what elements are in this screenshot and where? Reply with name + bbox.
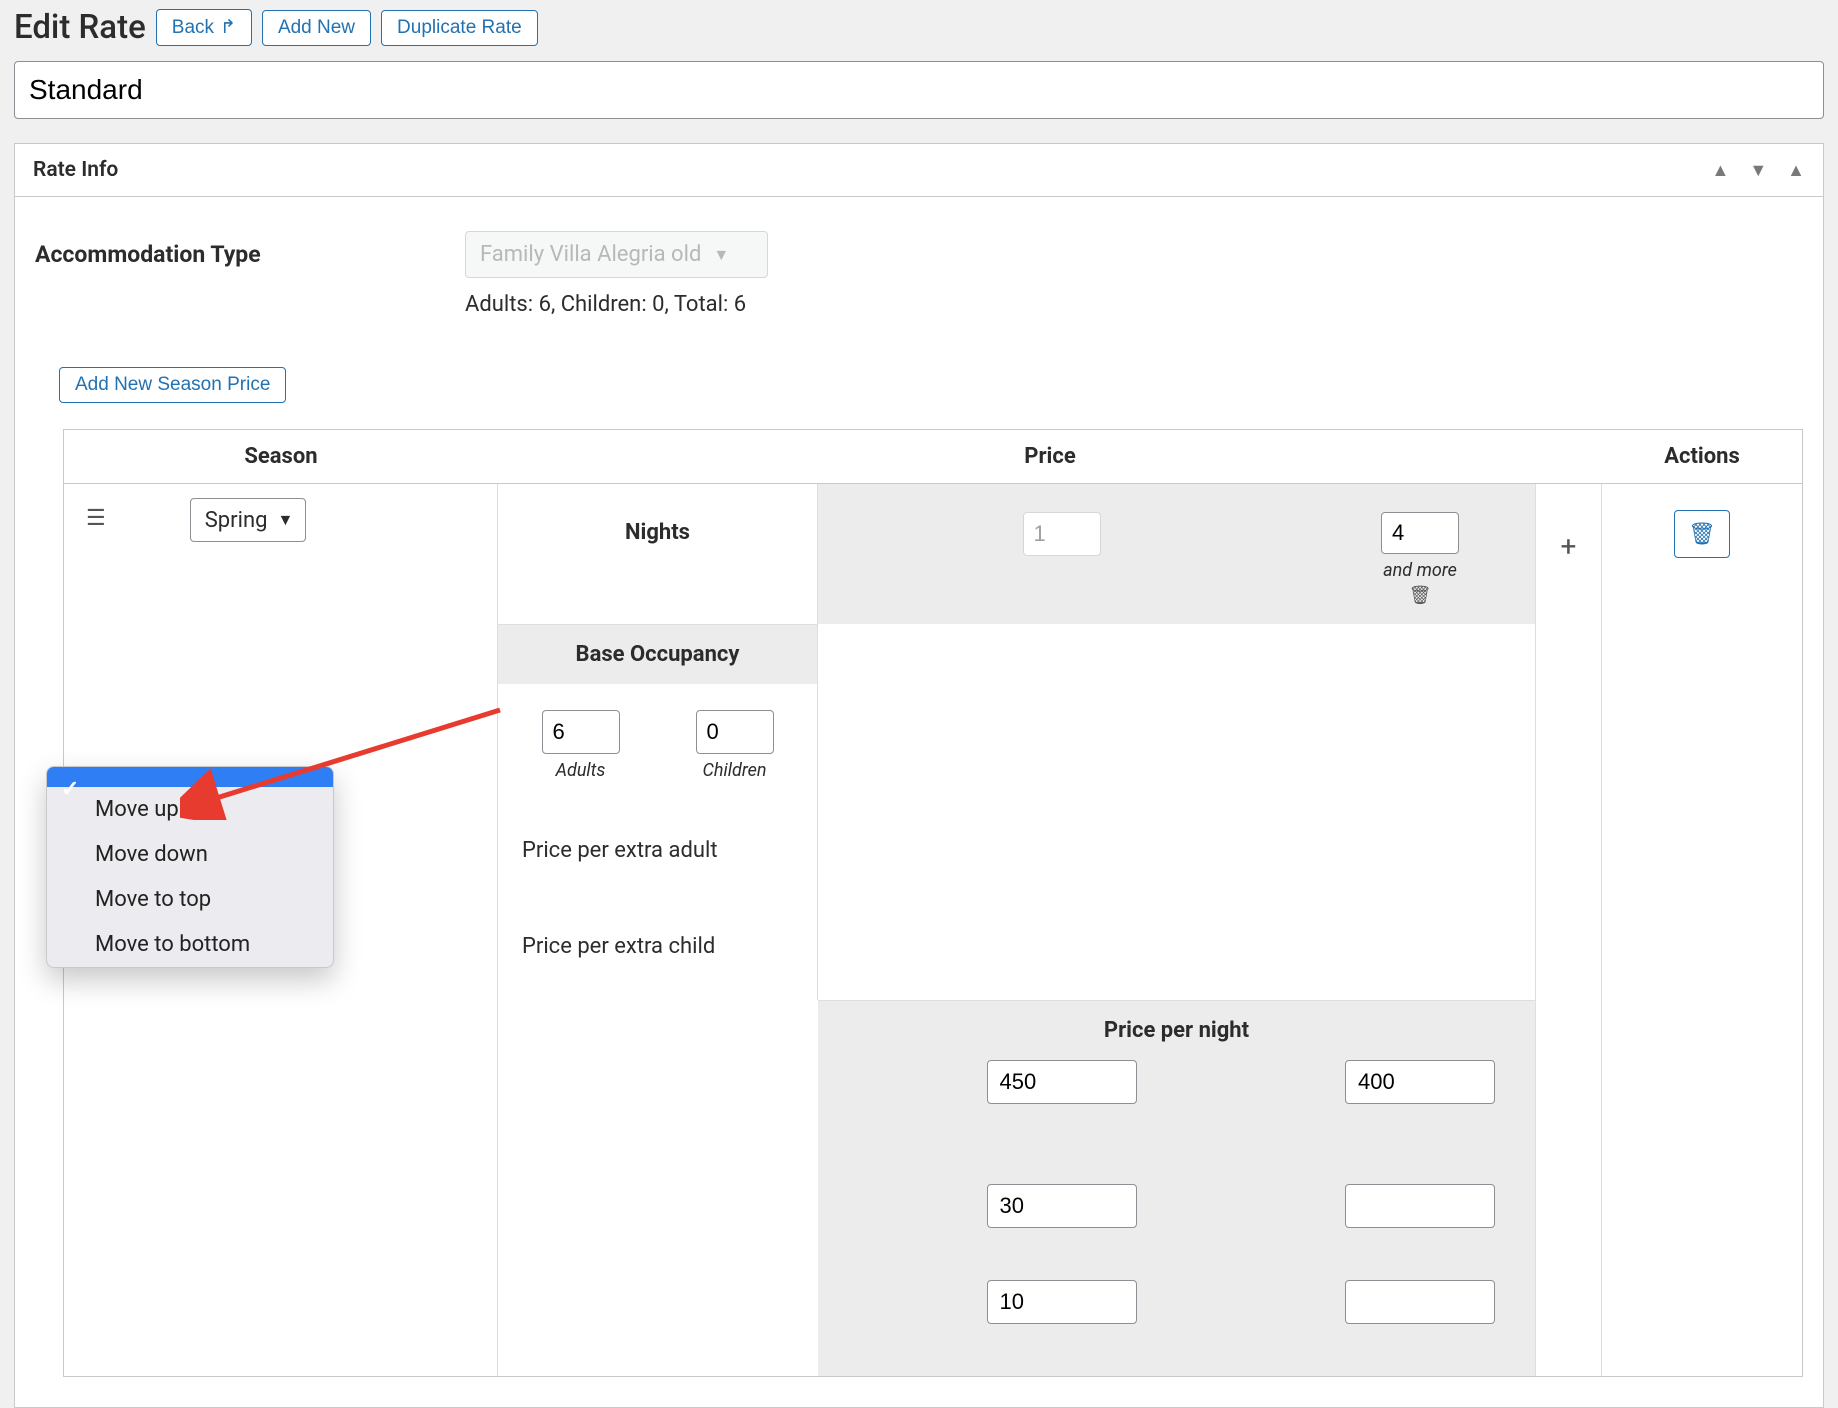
col-actions-header: Actions bbox=[1602, 430, 1802, 483]
accommodation-type-select[interactable]: Family Villa Alegria old ▼ bbox=[465, 231, 768, 278]
back-button[interactable]: Back bbox=[156, 9, 252, 46]
base-price-tier2-input[interactable] bbox=[1345, 1060, 1495, 1104]
add-tier-button[interactable]: + bbox=[1536, 484, 1601, 563]
panel-title: Rate Info bbox=[33, 158, 118, 182]
panel-up-icon[interactable]: ▲ bbox=[1712, 160, 1730, 181]
extra-adult-label: Price per extra adult bbox=[498, 808, 817, 904]
chevron-down-icon: ▼ bbox=[277, 510, 293, 530]
panel-down-icon[interactable]: ▼ bbox=[1749, 160, 1767, 181]
extra-adult-tier1-input[interactable] bbox=[987, 1184, 1137, 1228]
children-sublabel: Children bbox=[703, 760, 767, 781]
nights-label: Nights bbox=[498, 484, 817, 624]
trash-icon: 🗑 bbox=[1688, 522, 1716, 547]
season-select[interactable]: Spring ▼ bbox=[190, 498, 307, 542]
reorder-dropdown[interactable]: Move up Move down Move to top Move to bo… bbox=[46, 766, 334, 968]
add-new-season-price-label: Add New Season Price bbox=[75, 374, 270, 396]
delete-row-button[interactable]: 🗑 bbox=[1674, 510, 1730, 558]
extra-child-label: Price per extra child bbox=[498, 904, 817, 1000]
back-button-label: Back bbox=[172, 17, 214, 39]
col-season-header: Season bbox=[64, 430, 498, 483]
nights-tier2-input[interactable] bbox=[1381, 512, 1459, 554]
price-per-night-label: Price per night bbox=[818, 1000, 1535, 1060]
accommodation-label: Accommodation Type bbox=[35, 231, 465, 268]
add-new-season-price-button[interactable]: Add New Season Price bbox=[59, 367, 286, 403]
extra-child-tier1-input[interactable] bbox=[987, 1280, 1137, 1324]
extra-adult-tier2-input[interactable] bbox=[1345, 1184, 1495, 1228]
duplicate-rate-label: Duplicate Rate bbox=[397, 17, 522, 39]
accommodation-meta: Adults: 6, Children: 0, Total: 6 bbox=[465, 292, 768, 317]
delete-tier-icon[interactable]: 🗑 bbox=[1409, 585, 1432, 606]
chevron-down-icon: ▼ bbox=[713, 245, 729, 265]
season-select-value: Spring bbox=[205, 508, 268, 533]
adults-input[interactable] bbox=[542, 710, 620, 754]
col-price-header: Price bbox=[498, 430, 1602, 483]
dropdown-item-move-down[interactable]: Move down bbox=[47, 832, 333, 877]
back-arrow-icon bbox=[220, 16, 236, 39]
children-input[interactable] bbox=[696, 710, 774, 754]
dropdown-item-move-to-bottom[interactable]: Move to bottom bbox=[47, 922, 333, 967]
panel-collapse-icon[interactable]: ▲ bbox=[1787, 160, 1805, 181]
rate-title-input[interactable] bbox=[14, 61, 1824, 119]
duplicate-rate-button[interactable]: Duplicate Rate bbox=[381, 10, 538, 46]
base-occupancy-label: Base Occupancy bbox=[498, 624, 817, 684]
extra-child-tier2-input[interactable] bbox=[1345, 1280, 1495, 1324]
dropdown-item-move-up[interactable]: Move up bbox=[47, 787, 333, 832]
add-new-label: Add New bbox=[278, 17, 355, 39]
dropdown-item-selected[interactable] bbox=[47, 767, 333, 787]
base-price-tier1-input[interactable] bbox=[987, 1060, 1137, 1104]
and-more-label: and more bbox=[1383, 560, 1457, 581]
add-new-button[interactable]: Add New bbox=[262, 10, 371, 46]
drag-handle-icon[interactable]: ☰ bbox=[86, 498, 106, 531]
accommodation-row: Accommodation Type Family Villa Alegria … bbox=[35, 231, 1803, 317]
dropdown-item-move-to-top[interactable]: Move to top bbox=[47, 877, 333, 922]
adults-sublabel: Adults bbox=[556, 760, 606, 781]
page-header: Edit Rate Back Add New Duplicate Rate bbox=[14, 0, 1824, 61]
nights-tier1-input bbox=[1023, 512, 1101, 556]
page-title: Edit Rate bbox=[14, 8, 146, 47]
accommodation-selected: Family Villa Alegria old bbox=[480, 242, 701, 267]
